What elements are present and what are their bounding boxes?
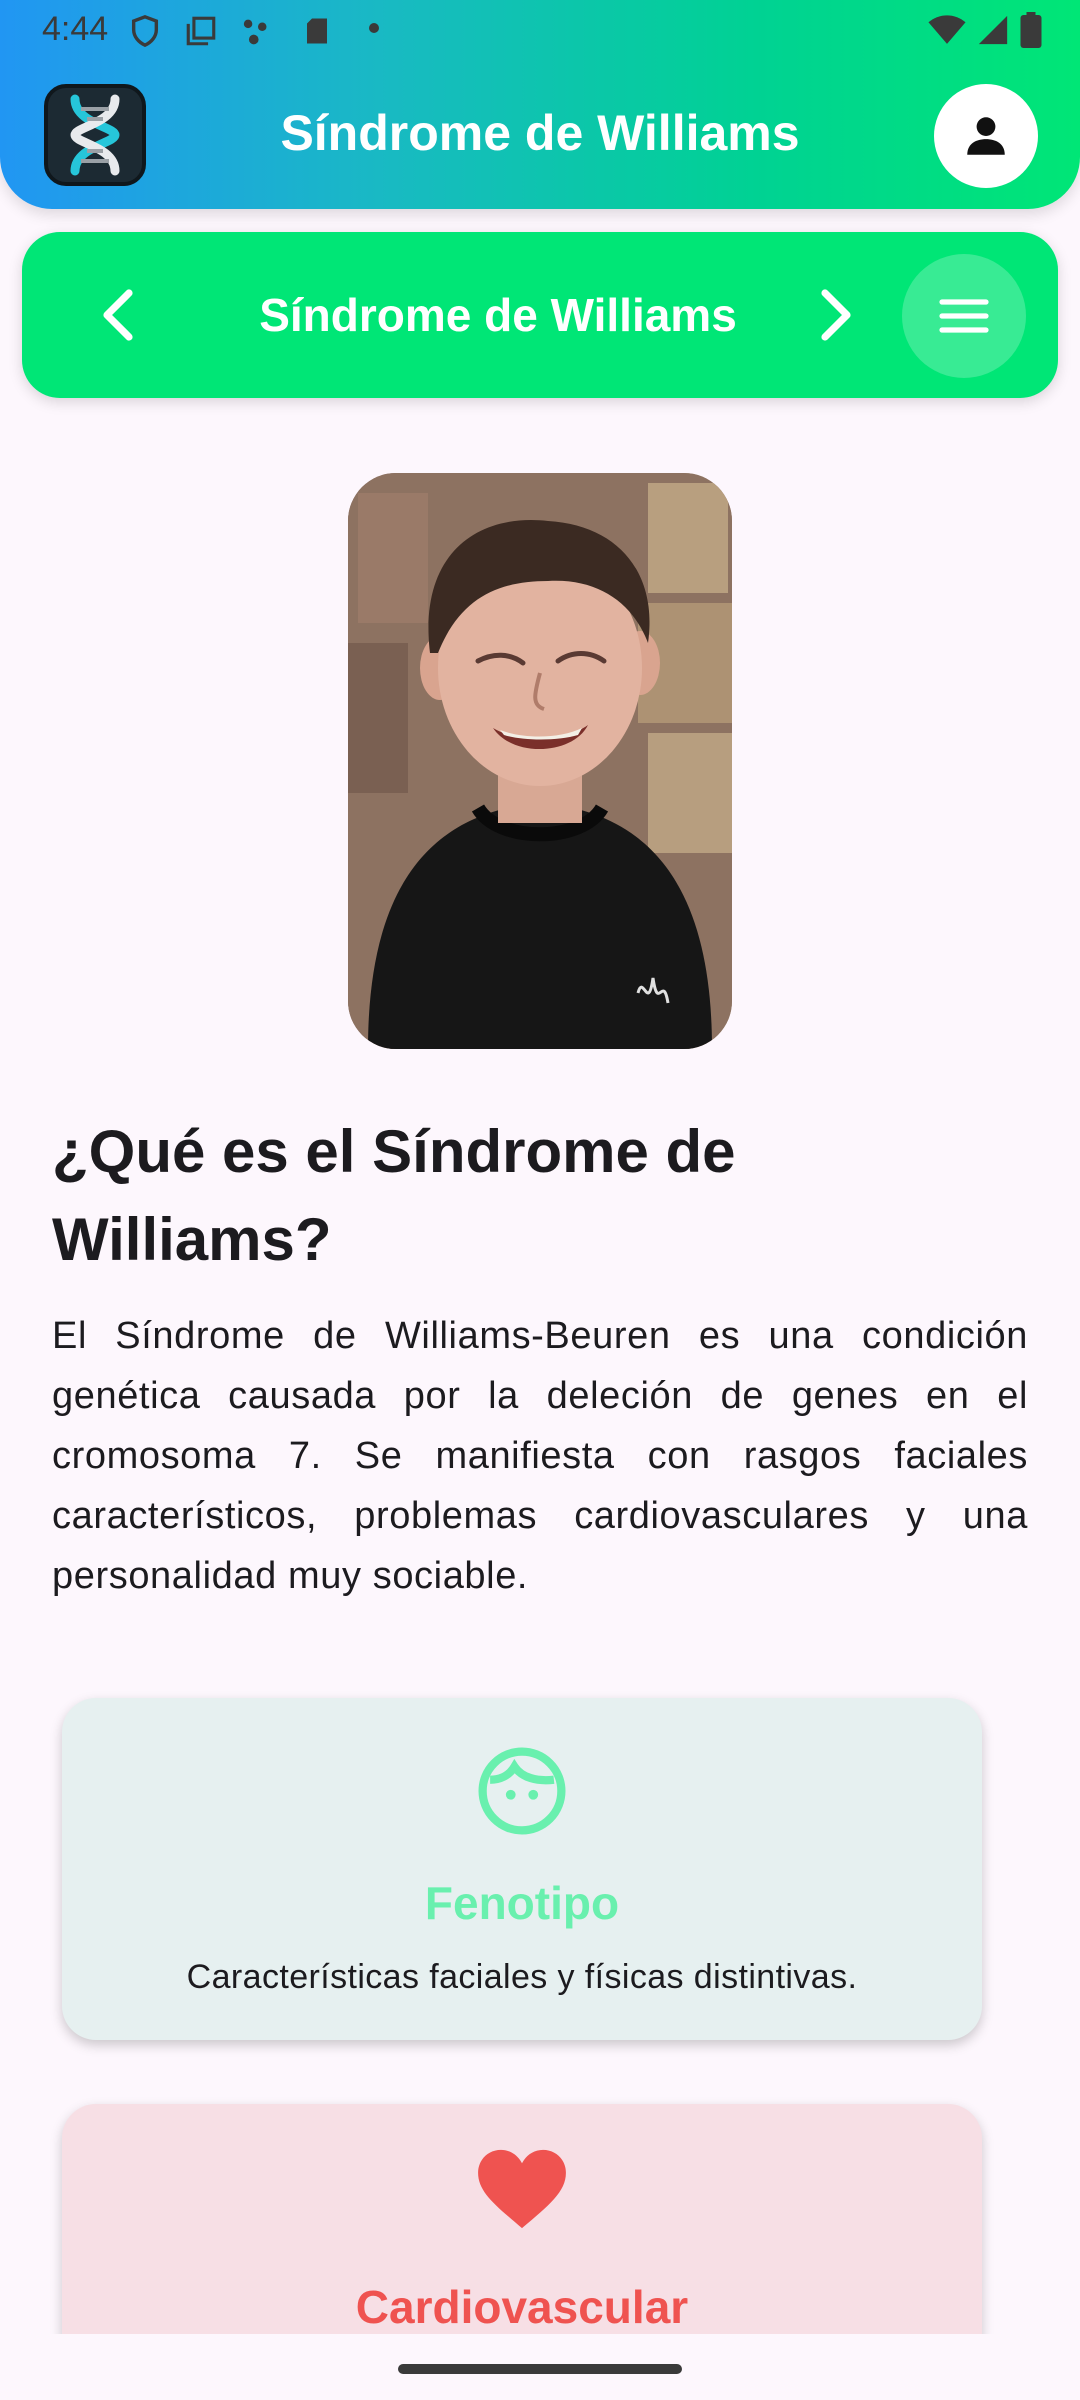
section-nav-bar: Síndrome de Williams (22, 232, 1058, 398)
card-fenotipo[interactable]: Fenotipo Características faciales y físi… (62, 1698, 982, 2040)
status-time: 4:44 (42, 10, 109, 48)
person-icon (967, 117, 1005, 155)
profile-button[interactable] (934, 84, 1038, 188)
hamburger-menu-icon (939, 299, 989, 333)
app-title: Síndrome de Williams (280, 105, 800, 161)
chevron-left-icon (103, 289, 133, 341)
top-app-bar: 4:44 Síndrome de Williams (0, 0, 1080, 209)
cell-signal-icon (978, 15, 1008, 45)
shield-icon (131, 15, 159, 48)
gesture-handle[interactable] (398, 2364, 682, 2374)
page-heading: ¿Qué es el Síndrome de Williams? (52, 1118, 736, 1273)
section-title: Síndrome de Williams (259, 289, 737, 341)
notification-dot-icon (369, 23, 379, 33)
sd-card-icon (307, 18, 327, 44)
card-title: Cardiovascular (355, 2281, 689, 2333)
next-section-button[interactable] (802, 280, 872, 350)
child-photo-illustration (348, 473, 732, 1049)
menu-button[interactable] (902, 254, 1026, 378)
card-title: Fenotipo (424, 1877, 620, 1929)
wifi-icon (928, 15, 966, 44)
face-icon (478, 1747, 566, 1835)
child-photo (348, 473, 732, 1049)
battery-icon (1020, 12, 1042, 48)
copy-icon (186, 16, 216, 46)
card-description: Características faciales y físicas disti… (186, 1958, 858, 1996)
assistant-dots-icon (243, 19, 267, 45)
chevron-right-icon (821, 289, 851, 341)
description-text: El Síndrome de Williams-Beuren es una co… (52, 1315, 1028, 1597)
status-bar: 4:44 (0, 0, 1080, 60)
heart-icon (478, 2149, 566, 2229)
